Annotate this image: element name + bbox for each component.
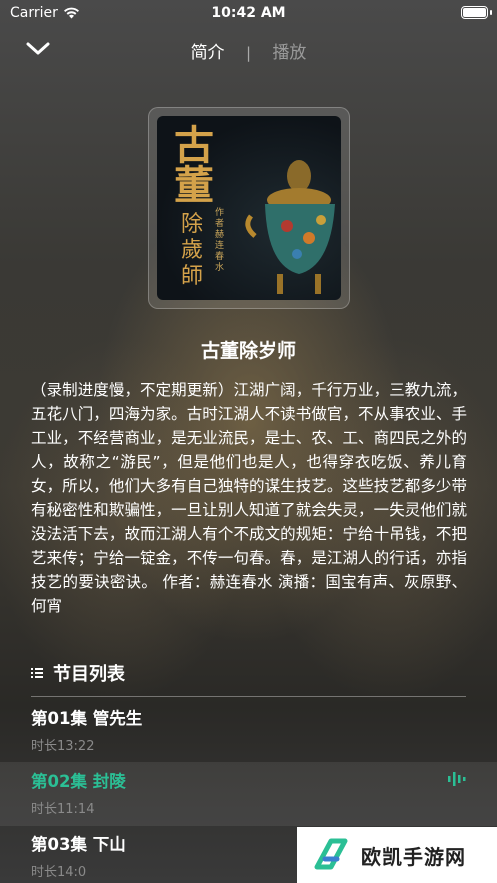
book-description: （录制进度慢，不定期更新）江湖广阔，千行万业，三教九流，五花八门，四海为家。古时… [31, 381, 467, 615]
episode-title: 第03集 下山 [31, 835, 126, 854]
tab-play[interactable]: 播放 [272, 38, 306, 63]
book-cover: 古董 除歲師 作者 赫连春水 [157, 116, 341, 300]
tab-intro[interactable]: 简介 [191, 38, 225, 63]
episode-list-header: 节目列表 [31, 660, 125, 686]
clock: 10:42 AM [211, 5, 286, 21]
battery-icon [461, 6, 488, 19]
episode-duration: 时长13:22 [31, 739, 95, 754]
cover-author: 作者 赫连春水 [215, 208, 225, 273]
watermark-text: 欧凯手游网 [361, 844, 466, 869]
divider [31, 696, 466, 697]
list-item-episode[interactable]: 第01集 管先生 时长13:22 [0, 699, 497, 763]
status-bar: Carrier 10:42 AM [0, 0, 497, 26]
episode-title: 第01集 管先生 [31, 709, 143, 728]
episode-duration: 时长11:14 [31, 802, 95, 817]
cover-frame: 古董 除歲師 作者 赫连春水 [148, 107, 350, 309]
nav-bar: 简介 | 播放 [0, 30, 497, 70]
book-title: 古董除岁师 [200, 340, 296, 362]
incense-burner-illustration [245, 160, 335, 294]
episode-list-title: 节目列表 [53, 664, 125, 685]
playing-wave-icon [448, 772, 466, 786]
tab-separator: | [245, 44, 252, 62]
episode-title: 第02集 封陵 [31, 772, 126, 791]
episode-duration: 时长14:0 [31, 865, 87, 880]
cover-title-sub: 除歲師 [181, 212, 204, 289]
brand-logo-icon [314, 838, 348, 870]
list-item-episode-playing[interactable]: 第02集 封陵 时长11:14 [0, 762, 497, 826]
watermark-banner[interactable]: 欧凯手游网 [297, 827, 497, 883]
cover-title-main: 古董 [167, 124, 214, 204]
list-icon [31, 668, 43, 678]
